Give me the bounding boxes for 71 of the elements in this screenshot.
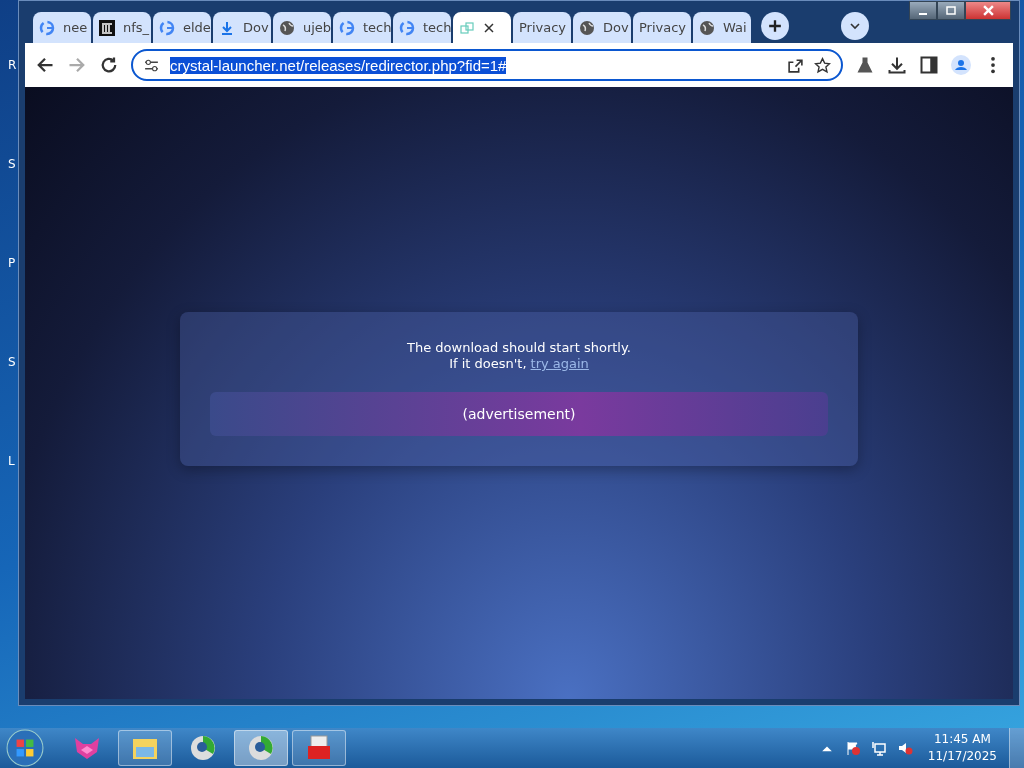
- close-icon[interactable]: [483, 21, 495, 34]
- share-icon[interactable]: [787, 56, 804, 74]
- tab-title: Dov: [603, 20, 629, 35]
- browser-icon: [246, 733, 276, 763]
- columns-icon: [99, 19, 115, 36]
- tab-title: Wai: [723, 20, 747, 35]
- browser-tab[interactable]: Wai: [693, 12, 751, 43]
- advertisement-banner: (advertisement): [210, 392, 828, 436]
- clock-date: 11/17/2025: [927, 748, 997, 765]
- tab-title: nee: [63, 20, 88, 35]
- flask-icon[interactable]: [855, 55, 875, 75]
- browser-tab[interactable]: ujeb: [273, 12, 331, 43]
- desktop-icon-label: P: [8, 256, 17, 270]
- download-message: The download should start shortly.: [407, 340, 631, 356]
- taskbar-button[interactable]: [292, 730, 346, 766]
- clock-time: 11:45 AM: [933, 731, 991, 748]
- browser-tab[interactable]: Dov: [213, 12, 271, 43]
- back-icon[interactable]: [35, 55, 55, 75]
- taskbar-button[interactable]: [118, 730, 172, 766]
- browser-tab[interactable]: nfs_: [93, 12, 151, 43]
- desktop-icon-label: S: [8, 157, 17, 171]
- chevron-down-icon: [849, 20, 861, 32]
- retry-text: If it doesn't,: [449, 356, 527, 372]
- network-icon[interactable]: [870, 740, 887, 756]
- download-icon: [219, 19, 235, 36]
- browser-tab[interactable]: [453, 12, 511, 43]
- speaker-muted-icon[interactable]: [896, 740, 913, 756]
- browser-tab[interactable]: Privacy: [633, 12, 691, 43]
- maximize-icon: [946, 5, 956, 16]
- side-panel-icon[interactable]: [919, 55, 939, 75]
- desktop-icon-label: L: [8, 454, 16, 468]
- browser-tab[interactable]: nee: [33, 12, 91, 43]
- star-icon[interactable]: [814, 56, 831, 74]
- browser-icon: [188, 733, 218, 763]
- url-text: crystal-launcher.net/releases/redirector.php?fid=1#: [170, 56, 507, 74]
- download-icon[interactable]: [887, 55, 907, 75]
- flag-icon[interactable]: [844, 740, 861, 756]
- globe-icon: [579, 19, 595, 36]
- profile-icon[interactable]: [951, 55, 971, 75]
- try-again-link[interactable]: try again: [530, 356, 589, 372]
- close-icon: [982, 5, 994, 16]
- minimize-button[interactable]: [909, 1, 937, 20]
- address-bar[interactable]: crystal-launcher.net/releases/redirector.php?fid=1#: [131, 49, 843, 81]
- tab-title: Dov: [243, 20, 269, 35]
- squares-icon: [459, 19, 475, 36]
- close-button[interactable]: [965, 1, 1011, 20]
- tab-title: nfs_: [123, 20, 150, 35]
- tab-title: elde: [183, 20, 211, 35]
- tab-title: tech: [363, 20, 391, 35]
- browser-tab[interactable]: tech: [333, 12, 391, 43]
- minimize-icon: [919, 12, 927, 15]
- desktop-icon-label: R: [8, 58, 17, 72]
- start-button[interactable]: [6, 729, 44, 767]
- clock[interactable]: 11:45 AM 11/17/2025: [919, 731, 1005, 765]
- browser-tab[interactable]: Dov: [573, 12, 631, 43]
- taskbar-button[interactable]: [234, 730, 288, 766]
- browser-tab[interactable]: tech: [393, 12, 451, 43]
- tab-title: ujeb: [303, 20, 331, 35]
- new-tab-button[interactable]: [761, 12, 789, 40]
- plus-icon: [768, 19, 782, 33]
- tab-search-button[interactable]: [841, 12, 869, 40]
- tab-title: Privacy: [519, 20, 567, 35]
- desktop-icon-label: S: [8, 355, 17, 369]
- globe-icon: [699, 19, 715, 36]
- maximize-button[interactable]: [937, 1, 965, 20]
- browser-tab[interactable]: Privacy: [513, 12, 571, 43]
- globe-icon: [279, 19, 295, 36]
- reload-icon[interactable]: [99, 55, 119, 75]
- tab-title: tech: [423, 20, 451, 35]
- tab-title: Privacy: [639, 20, 687, 35]
- browser-tab[interactable]: elde: [153, 12, 211, 43]
